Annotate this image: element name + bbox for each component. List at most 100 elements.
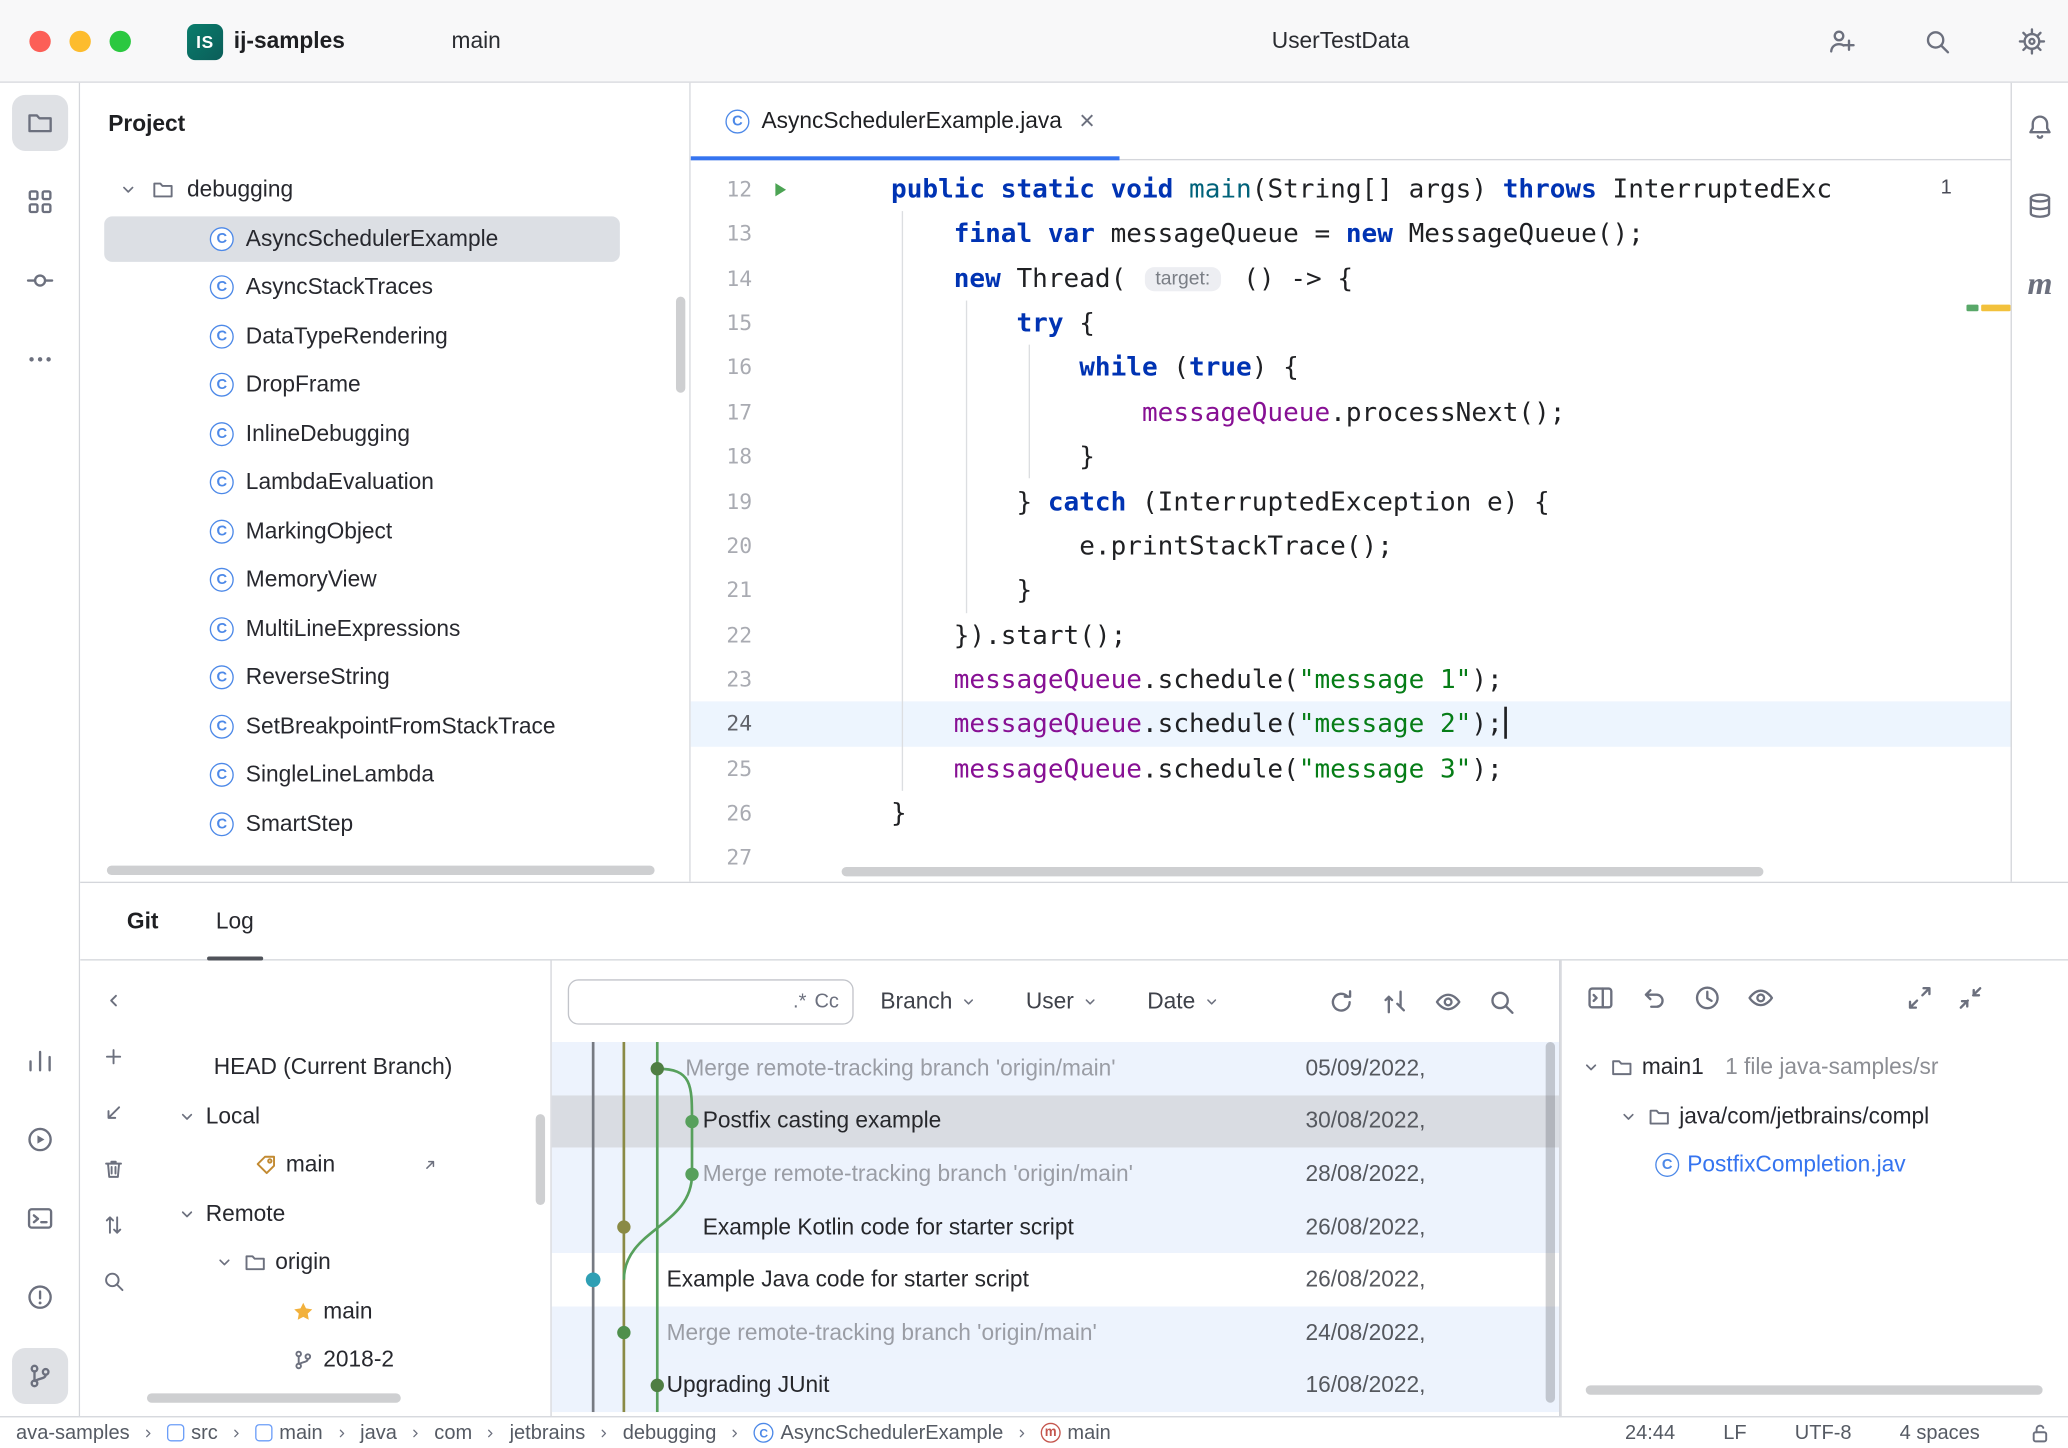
code-line[interactable]: 21 } [691, 568, 2011, 613]
code-line[interactable]: 19 } catch (InterruptedException e) { [691, 479, 2011, 524]
changed-file-item[interactable]: main11 file java-samples/sr [1562, 1043, 2068, 1092]
tree-item[interactable]: CReverseString [80, 653, 673, 702]
regex-toggle[interactable]: .* [793, 990, 806, 1013]
expand-icon[interactable] [1905, 983, 1934, 1012]
commit-row[interactable]: Example Kotlin code for starter script26… [552, 1201, 1559, 1254]
filter-branch[interactable]: Branch [880, 988, 977, 1015]
tree-item[interactable]: CSmartStep [80, 800, 673, 849]
caret-position[interactable]: 24:44 [1625, 1421, 1675, 1444]
tree-item[interactable]: CSingleLineLambda [80, 751, 673, 800]
eye-icon[interactable] [1433, 987, 1462, 1016]
zoom-window-button[interactable] [110, 31, 131, 52]
tree-item[interactable]: CAsyncSchedulerExample [80, 214, 673, 263]
branch-item[interactable]: Remote [147, 1190, 537, 1239]
search-button[interactable] [1914, 19, 1959, 64]
branch-item[interactable]: main [147, 1141, 537, 1190]
branch-item[interactable]: origin [147, 1238, 537, 1287]
commits-vertical-scrollbar[interactable] [1546, 1042, 1555, 1403]
line-separator[interactable]: LF [1723, 1421, 1746, 1444]
tree-item[interactable]: CAsyncStackTraces [80, 263, 673, 312]
editor-tab[interactable]: C AsyncSchedulerExample.java × [691, 83, 1119, 160]
tool-play-circle-button[interactable] [11, 1111, 67, 1167]
tool-error-button[interactable] [11, 1269, 67, 1325]
project-vertical-scrollbar[interactable] [676, 297, 685, 393]
code-editor[interactable]: 12 public static void main(String[] args… [691, 162, 2011, 882]
breadcrumb-item[interactable]: CAsyncSchedulerExample [754, 1421, 1004, 1444]
breadcrumb-item[interactable]: jetbrains [510, 1421, 586, 1444]
details-horizontal-scrollbar[interactable] [1586, 1385, 2043, 1394]
gear-button[interactable] [2009, 19, 2054, 64]
code-line[interactable]: 15 try { [691, 301, 2011, 346]
branch-item[interactable]: HEAD (Current Branch) [147, 1043, 537, 1092]
project-widget[interactable]: IS ij-samples [176, 17, 366, 65]
breadcrumb-item[interactable]: src [167, 1421, 218, 1444]
tool-branch-button[interactable] [11, 1348, 67, 1404]
breadcrumb-item[interactable]: ava-samples [16, 1421, 130, 1444]
lock-open-icon[interactable] [2028, 1421, 2052, 1445]
tool-structure-button[interactable] [11, 174, 67, 230]
editor-horizontal-scrollbar[interactable] [842, 867, 1764, 876]
code-line[interactable]: 13 final var messageQueue = new MessageQ… [691, 212, 2011, 257]
changed-file-item[interactable]: java/com/jetbrains/compl [1562, 1092, 2068, 1141]
commit-search-field[interactable]: .* Cc [568, 979, 854, 1024]
tool-folder-button[interactable] [11, 95, 67, 151]
tab-log[interactable]: Log [212, 882, 258, 959]
git-trash-button[interactable] [90, 1145, 138, 1193]
indent-style[interactable]: 4 spaces [1900, 1421, 1980, 1444]
filter-date[interactable]: Date [1147, 988, 1220, 1015]
code-line[interactable]: 26 } [691, 791, 2011, 836]
tree-item-root[interactable]: debugging [80, 166, 673, 215]
branch-widget[interactable]: main [430, 17, 533, 65]
changed-file-item[interactable]: CPostfixCompletion.jav [1562, 1141, 2068, 1190]
debug-button[interactable] [1559, 19, 1604, 64]
breadcrumb-item[interactable]: mmain [1041, 1421, 1111, 1444]
project-horizontal-scrollbar[interactable] [107, 866, 655, 875]
code-line[interactable]: 22 }).start(); [691, 613, 2011, 658]
more-actions-button[interactable] [1626, 19, 1671, 64]
code-line[interactable]: 25 messageQueue.schedule("message 3"); [691, 746, 2011, 791]
breadcrumb-item[interactable]: main [255, 1421, 322, 1444]
tree-item[interactable]: CMemoryView [80, 556, 673, 605]
git-side-expand-button[interactable] [90, 1339, 138, 1387]
git-search-button[interactable] [90, 1257, 138, 1305]
commit-row[interactable]: Example Java code for starter script26/0… [552, 1254, 1559, 1307]
tool-more-button[interactable] [11, 331, 67, 387]
diff-preview-icon[interactable] [1586, 983, 1615, 1012]
code-line[interactable]: 24 messageQueue.schedule("message 2"); [691, 702, 2011, 747]
git-chevron-left-button[interactable] [90, 977, 138, 1025]
search-icon[interactable] [1487, 987, 1516, 1016]
commit-row[interactable]: Merge remote-tracking branch 'origin/mai… [552, 1042, 1559, 1095]
eye-icon[interactable] [1746, 983, 1775, 1012]
project-panel-header[interactable]: Project [80, 83, 689, 166]
tree-item[interactable]: CLambdaEvaluation [80, 458, 673, 507]
tree-item[interactable]: CSetBreakpointFromStackTrace [80, 702, 673, 751]
tree-item[interactable]: CMarkingObject [80, 507, 673, 556]
collapse-icon[interactable] [1956, 983, 1985, 1012]
tool-commit-button[interactable] [11, 252, 67, 308]
graph-icon[interactable] [1380, 987, 1409, 1016]
run-config-selector[interactable]: UserTestData [1250, 17, 1430, 65]
code-line[interactable]: 23 messageQueue.schedule("message 1"); [691, 657, 2011, 702]
file-encoding[interactable]: UTF-8 [1795, 1421, 1852, 1444]
branch-item[interactable]: main [147, 1287, 537, 1336]
tool-database-button[interactable] [2012, 178, 2068, 234]
run-button[interactable] [1492, 19, 1537, 64]
match-case-toggle[interactable]: Cc [814, 990, 839, 1013]
tool-bell-button[interactable] [2012, 99, 2068, 155]
code-line[interactable]: 20 e.printStackTrace(); [691, 524, 2011, 569]
branch-item[interactable]: 2018-2 [147, 1336, 537, 1385]
code-line[interactable]: 16 while (true) { [691, 345, 2011, 390]
tool-terminal-button[interactable] [11, 1190, 67, 1246]
tool-maven-button[interactable]: m [2012, 256, 2068, 312]
minimize-window-button[interactable] [69, 31, 90, 52]
tree-item[interactable]: CMultiLineExpressions [80, 605, 673, 654]
tree-item[interactable]: CDropFrame [80, 361, 673, 410]
commit-row[interactable]: Merge remote-tracking branch 'origin/mai… [552, 1306, 1559, 1359]
close-window-button[interactable] [29, 31, 50, 52]
commit-row[interactable]: Merge remote-tracking branch 'origin/mai… [552, 1148, 1559, 1201]
breadcrumb-item[interactable]: debugging [623, 1421, 717, 1444]
breadcrumb-item[interactable]: com [434, 1421, 472, 1444]
branch-item[interactable]: Local [147, 1092, 537, 1141]
user-plus-button[interactable] [1820, 19, 1865, 64]
code-line[interactable]: 14 new Thread( target: () -> { [691, 256, 2011, 301]
